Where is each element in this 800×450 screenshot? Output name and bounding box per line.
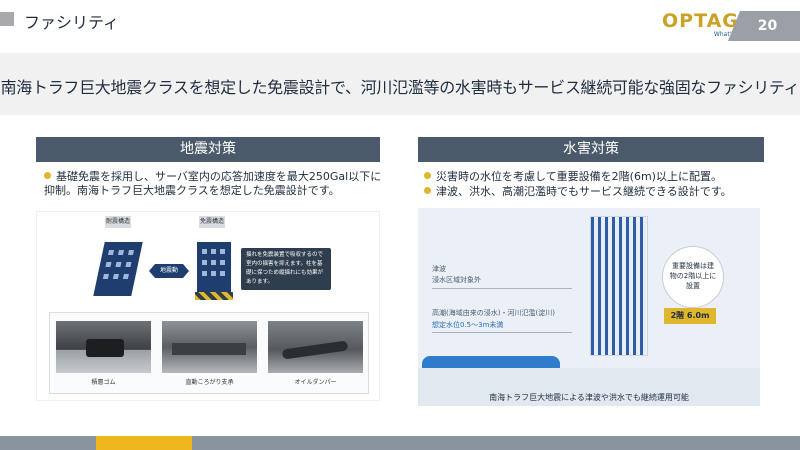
tag-seismic-resistant: 耐震構造	[105, 216, 131, 228]
isolation-device-icon	[195, 292, 233, 300]
flood-figure: 津波 浸水区域対象外 高潮(海域由来の浸水)・河川氾濫(淀川) 想定水位0.5〜…	[418, 208, 760, 406]
laminated-rubber-photo	[56, 321, 151, 373]
tide-label: 高潮(海域由来の浸水)・河川氾濫(淀川)	[432, 309, 555, 317]
footer-accent	[96, 436, 192, 450]
flood-caption: 南海トラフ巨大地震による津波や洪水でも継続運用可能	[489, 393, 689, 402]
photo-caption-damper: オイルダンパー	[294, 379, 337, 386]
page-title: ファシリティ	[24, 13, 120, 32]
tsunami-line	[432, 288, 572, 289]
equipment-floor-bubble: 重要設備は建物の2階以上に設置	[662, 246, 724, 308]
tide-line	[432, 332, 572, 333]
tide-value: 想定水位0.5〜3m未満	[432, 321, 504, 329]
isolation-callout: 揺れを免震装置で吸収するので室内の揺害を抑えます。柱を基礎に保つため縦揺れにも効…	[241, 248, 331, 290]
photo-caption-bearing: 直動ころがり支承	[185, 379, 234, 386]
photo-caption-rubber: 積層ゴム	[91, 379, 116, 386]
flood-bullet-2: 津波、洪水、高潮氾濫時でもサービス継続できる設計です。	[424, 185, 764, 199]
flood-heading: 水害対策	[418, 137, 764, 162]
rolling-bearing-photo	[162, 321, 257, 373]
earthquake-figure: 耐震構造 免震構造 地震動 揺れを免震装置で吸収するので室内の揺害を抑えます。柱…	[36, 211, 380, 401]
summary-text: 南海トラフ巨大地震クラスを想定した免震設計で、河川氾濫等の水害時もサービス継続可…	[0, 78, 800, 97]
tsunami-value: 浸水区域対象外	[432, 276, 481, 284]
bullet-dot-icon	[44, 172, 51, 179]
tag-base-isolation: 免震構造	[199, 216, 225, 228]
ground-motion-arrow: 地震動	[149, 264, 189, 278]
seismic-building-icon	[93, 242, 143, 296]
oil-damper-photo	[268, 321, 363, 373]
tsunami-label: 津波	[432, 265, 446, 273]
isolated-building-icon	[197, 242, 231, 292]
earthquake-heading: 地震対策	[36, 137, 380, 162]
isolation-device-photos: 積層ゴム 直動ころがり支承 オイルダンパー	[49, 312, 369, 394]
page-number: 20	[757, 18, 778, 34]
bullet-dot-icon	[424, 187, 431, 194]
earthquake-bullet: 基礎免震を採用し、サーバ室内の応答加速度を最大250Gal以下に抑制。南海トラフ…	[44, 170, 382, 197]
datacenter-tower	[590, 216, 648, 356]
floor-height-tag: 2階 6.0m	[664, 308, 716, 324]
flood-bullet-1: 災害時の水位を考慮して重要設備を2階(6m)以上に配置。	[424, 170, 764, 184]
bullet-dot-icon	[424, 172, 431, 179]
slide: ファシリティ OPTAGE What's next? 20 南海トラフ巨大地震ク…	[0, 0, 800, 450]
header-accent-mark	[0, 12, 14, 26]
